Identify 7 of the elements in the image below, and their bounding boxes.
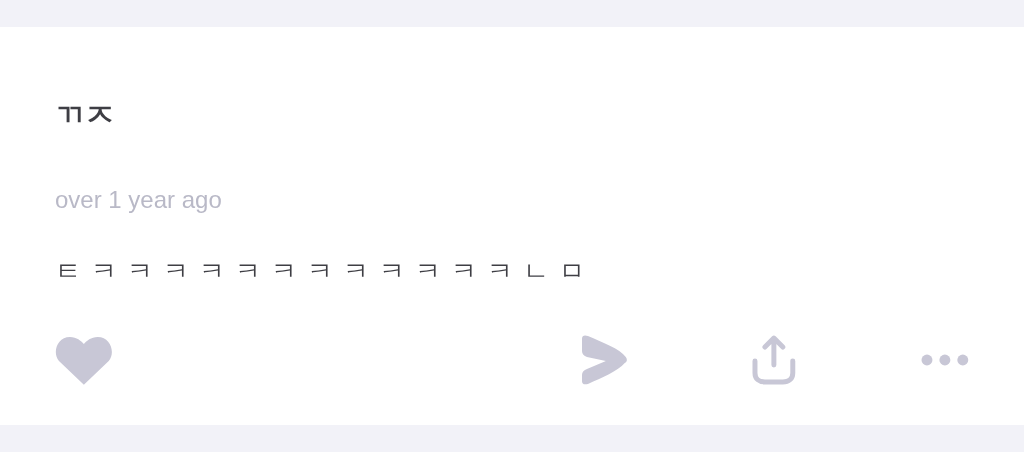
send-icon[interactable] xyxy=(579,335,628,385)
post-title: ㄲㅈ xyxy=(55,97,116,133)
timestamp: over 1 year ago xyxy=(55,185,223,215)
more-icon[interactable] xyxy=(921,354,969,366)
share-icon[interactable] xyxy=(751,335,798,385)
post-body: ㅌㅋㅋㅋㅋㅋㅋㅋㅋㅋㅋㅋㅋㄴㅁ xyxy=(55,255,596,287)
heart-icon[interactable] xyxy=(55,335,113,385)
